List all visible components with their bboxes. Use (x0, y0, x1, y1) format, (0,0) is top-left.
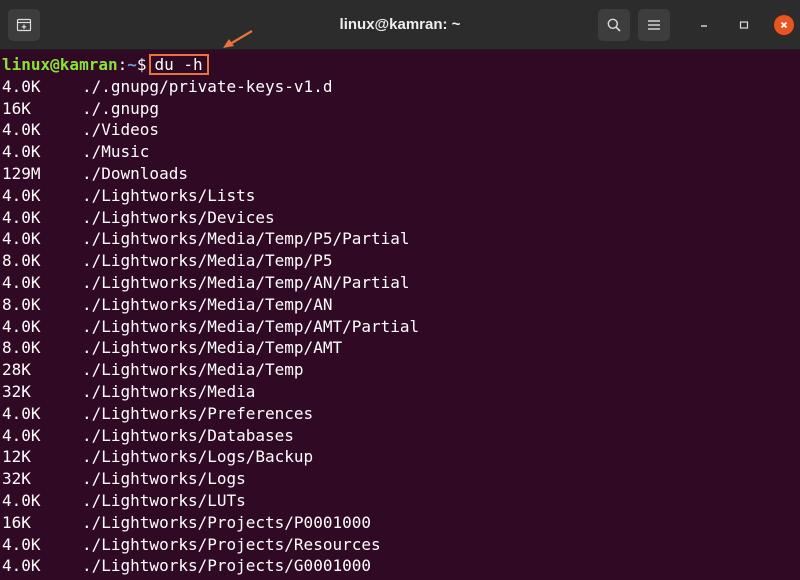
output-line: 4.0K ./Videos (0, 119, 800, 141)
disk-usage-size: 129M (2, 163, 41, 183)
search-button[interactable] (598, 9, 630, 41)
directory-path: ./Lightworks/LUTs (82, 490, 246, 510)
disk-usage-size: 32K (2, 469, 31, 489)
output-line: 16K ./.gnupg (0, 98, 800, 120)
output-line: 129M ./Downloads (0, 163, 800, 185)
maximize-icon (739, 21, 749, 29)
directory-path: ./Lightworks/Logs (82, 469, 246, 489)
directory-path: ./Lightworks/Media/Temp (82, 360, 304, 380)
directory-path: ./Music (82, 142, 150, 162)
directory-path: ./Lightworks/Media/Temp/P5/Partial (82, 229, 410, 249)
title-bar: linux@kamran: ~ (0, 0, 800, 50)
directory-path: ./.gnupg (82, 98, 160, 118)
minimize-button[interactable] (694, 15, 714, 35)
directory-path: ./Videos (82, 120, 160, 140)
disk-usage-size: 4.0K (2, 207, 41, 227)
directory-path: ./Downloads (82, 163, 188, 183)
directory-path: ./.gnupg/private-keys-v1.d (82, 76, 333, 96)
output-line: 8.0K ./Lightworks/Media/Temp/AMT (0, 337, 800, 359)
directory-path: ./Lightworks/Projects/Resources (82, 534, 381, 554)
directory-path: ./Lightworks/Projects/G0001000 (82, 556, 371, 576)
disk-usage-size: 4.0K (2, 76, 41, 96)
minimize-icon (701, 25, 707, 27)
disk-usage-size: 4.0K (2, 403, 41, 423)
output-line: 4.0K ./Music (0, 141, 800, 163)
directory-path: ./Lightworks/Preferences (82, 403, 314, 423)
disk-usage-size: 16K (2, 98, 31, 118)
disk-usage-size: 4.0K (2, 556, 41, 576)
disk-usage-size: 4.0K (2, 425, 41, 445)
prompt-line: linux@kamran:~$ du -h (0, 54, 800, 76)
menu-button[interactable] (638, 9, 670, 41)
output-line: 12K ./Lightworks/Logs/Backup (0, 446, 800, 468)
close-icon (780, 21, 788, 29)
prompt-user-host: linux@kamran (2, 55, 118, 74)
disk-usage-size: 4.0K (2, 534, 41, 554)
output-line: 4.0K ./Lightworks/Projects/Resources (0, 534, 800, 556)
disk-usage-size: 4.0K (2, 490, 41, 510)
disk-usage-size: 8.0K (2, 251, 41, 271)
output-line: 32K ./Lightworks/Logs (0, 468, 800, 490)
directory-path: ./Lightworks/Media/Temp/P5 (82, 251, 333, 271)
disk-usage-size: 8.0K (2, 338, 41, 358)
output-line: 4.0K ./Lightworks/LUTs (0, 490, 800, 512)
directory-path: ./Lightworks/Databases (82, 425, 294, 445)
output-line: 4.0K ./Lightworks/Media/Temp/AMT/Partial (0, 316, 800, 338)
search-icon (607, 18, 621, 32)
directory-path: ./Lightworks/Lists (82, 185, 256, 205)
disk-usage-size: 16K (2, 512, 31, 532)
output-line: 28K ./Lightworks/Media/Temp (0, 359, 800, 381)
du-output-list: 4.0K ./.gnupg/private-keys-v1.d 16K ./.gnup… (0, 76, 800, 577)
directory-path: ./Lightworks/Media/Temp/AMT (82, 338, 343, 358)
hamburger-menu-icon (648, 20, 660, 30)
directory-path: ./Lightworks/Media/Temp/AMT/Partial (82, 316, 420, 336)
output-line: 32K ./Lightworks/Media (0, 381, 800, 403)
disk-usage-size: 4.0K (2, 229, 41, 249)
highlighted-command: du -h (148, 54, 209, 75)
disk-usage-size: 4.0K (2, 316, 41, 336)
directory-path: ./Lightworks/Media (82, 381, 256, 401)
prompt-cwd: ~ (127, 55, 137, 74)
disk-usage-size: 4.0K (2, 272, 41, 292)
terminal-output[interactable]: linux@kamran:~$ du -h 4.0K ./.gnupg/privat… (0, 50, 800, 580)
window-title: linux@kamran: ~ (339, 16, 461, 33)
output-line: 4.0K ./Lightworks/Media/Temp/P5/Partial (0, 228, 800, 250)
new-tab-button[interactable] (8, 9, 40, 41)
output-line: 4.0K ./Lightworks/Preferences (0, 403, 800, 425)
output-line: 4.0K ./Lightworks/Lists (0, 185, 800, 207)
disk-usage-size: 8.0K (2, 294, 41, 314)
directory-path: ./Lightworks/Projects/P0001000 (82, 512, 371, 532)
terminal-window: linux@kamran: ~ linux@kamran:~$ du -h 4.0… (0, 0, 800, 580)
disk-usage-size: 28K (2, 360, 31, 380)
output-line: 16K ./Lightworks/Projects/P0001000 (0, 512, 800, 534)
new-tab-icon (16, 18, 32, 32)
output-line: 8.0K ./Lightworks/Media/Temp/AN (0, 294, 800, 316)
output-line: 4.0K ./Lightworks/Media/Temp/AN/Partial (0, 272, 800, 294)
directory-path: ./Lightworks/Logs/Backup (82, 447, 314, 467)
prompt-separator: : (117, 55, 128, 74)
output-line: 8.0K ./Lightworks/Media/Temp/P5 (0, 250, 800, 272)
annotation-arrow-icon (223, 30, 253, 48)
close-button[interactable] (774, 15, 794, 35)
disk-usage-size: 4.0K (2, 185, 41, 205)
disk-usage-size: 4.0K (2, 120, 41, 140)
output-line: 4.0K ./Lightworks/Projects/G0001000 (0, 555, 800, 577)
directory-path: ./Lightworks/Media/Temp/AN (82, 294, 333, 314)
output-line: 4.0K ./Lightworks/Databases (0, 425, 800, 447)
disk-usage-size: 32K (2, 381, 31, 401)
maximize-button[interactable] (734, 15, 754, 35)
disk-usage-size: 4.0K (2, 142, 41, 162)
disk-usage-size: 12K (2, 447, 31, 467)
output-line: 4.0K ./.gnupg/private-keys-v1.d (0, 76, 800, 98)
output-line: 4.0K ./Lightworks/Devices (0, 207, 800, 229)
directory-path: ./Lightworks/Media/Temp/AN/Partial (82, 272, 410, 292)
prompt-symbol: $ (136, 55, 147, 74)
directory-path: ./Lightworks/Devices (82, 207, 275, 227)
